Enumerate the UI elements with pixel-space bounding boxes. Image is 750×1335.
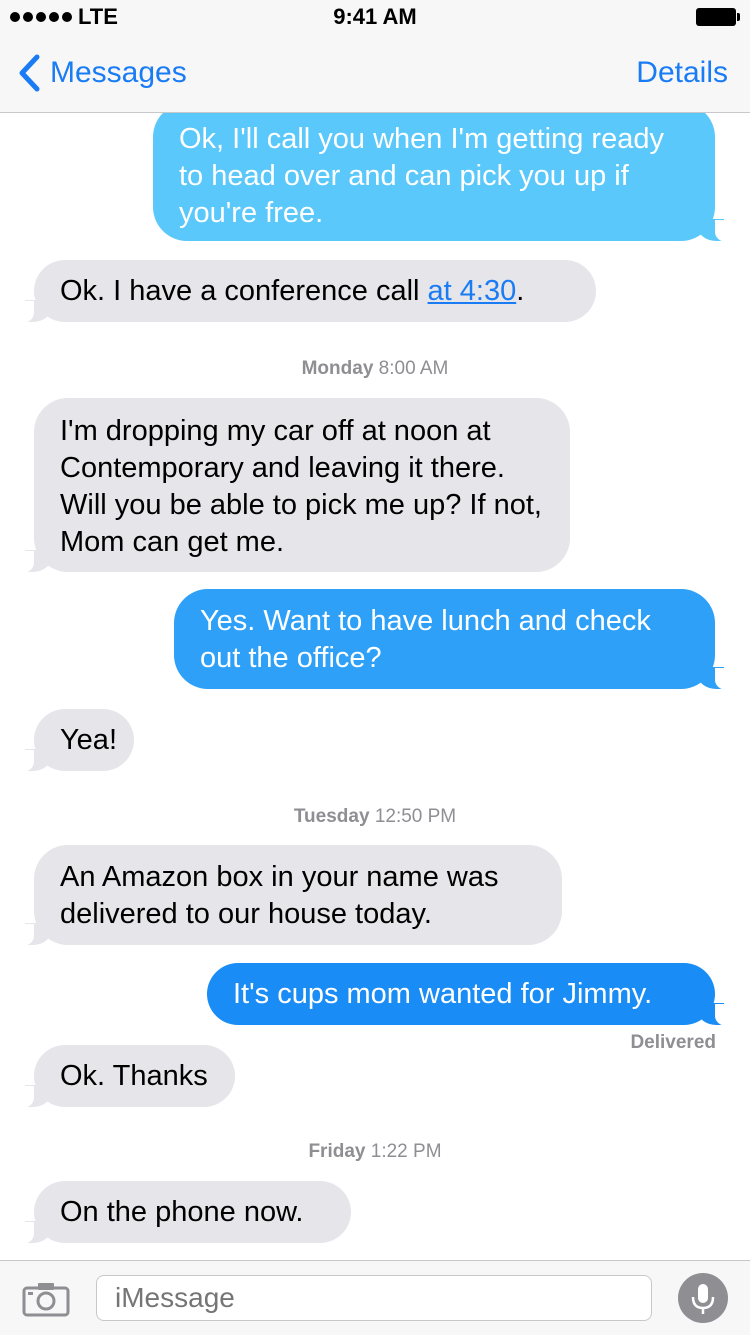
message-text: On the phone now. <box>60 1196 304 1228</box>
microphone-button[interactable] <box>678 1273 728 1323</box>
outgoing-message[interactable]: It's cups mom wanted for Jimmy. <box>207 963 737 1026</box>
timestamp-time: 1:22 PM <box>370 1141 442 1162</box>
message-text: It's cups mom wanted for Jimmy. <box>233 978 653 1010</box>
incoming-message[interactable]: Ok. Thanks <box>12 1045 235 1108</box>
microphone-icon <box>691 1284 715 1314</box>
time-link[interactable]: at 4:30 <box>428 275 517 307</box>
incoming-message[interactable]: Yea! <box>12 709 134 772</box>
camera-button[interactable] <box>22 1281 70 1322</box>
camera-icon <box>22 1283 70 1317</box>
clock: 9:41 AM <box>333 4 417 29</box>
timestamp-day: Monday <box>301 358 374 379</box>
timestamp-time: 8:00 AM <box>378 358 449 379</box>
message-thread[interactable]: Ok, I'll call you when I'm getting ready… <box>0 113 750 1260</box>
status-bar: LTE 9:41 AM <box>0 0 750 34</box>
message-text: Yes. Want to have lunch and check out th… <box>200 605 651 674</box>
message-text: Ok, I'll call you when I'm getting ready… <box>179 123 664 229</box>
message-input[interactable] <box>96 1275 652 1321</box>
incoming-message[interactable]: I'm dropping my car off at noon at Conte… <box>12 398 570 573</box>
navigation-bar: Messages Details <box>0 34 750 113</box>
message-text: Ok. Thanks <box>60 1060 208 1092</box>
message-text: An Amazon box in your name was delivered… <box>60 861 499 930</box>
incoming-message[interactable]: An Amazon box in your name was delivered… <box>12 845 562 946</box>
timestamp-time: 12:50 PM <box>374 806 457 827</box>
message-text: Ok. I have a conference call <box>60 275 428 307</box>
message-text-end: . <box>516 275 525 307</box>
timestamp-day: Friday <box>308 1141 366 1162</box>
battery-icon <box>696 8 740 26</box>
timestamp: Monday 8:00 AM <box>0 358 750 380</box>
timestamp: Tuesday 12:50 PM <box>0 806 750 828</box>
details-button[interactable]: Details <box>636 56 728 90</box>
chevron-left-icon <box>19 54 40 92</box>
timestamp: Friday 1:22 PM <box>0 1141 750 1163</box>
incoming-message[interactable]: Ok. I have a conference call at 4:30. <box>12 260 596 323</box>
incoming-message[interactable]: On the phone now. <box>12 1181 351 1244</box>
back-label: Messages <box>50 56 187 89</box>
compose-bar <box>0 1260 750 1335</box>
outgoing-message[interactable]: Ok, I'll call you when I'm getting ready… <box>153 113 737 242</box>
delivery-status: Delivered <box>630 1032 716 1053</box>
back-button[interactable]: Messages <box>18 54 187 92</box>
message-text: I'm dropping my car off at noon at Conte… <box>60 415 542 558</box>
outgoing-message[interactable]: Yes. Want to have lunch and check out th… <box>174 589 737 690</box>
message-text: Yea! <box>60 724 117 756</box>
timestamp-day: Tuesday <box>293 806 370 827</box>
